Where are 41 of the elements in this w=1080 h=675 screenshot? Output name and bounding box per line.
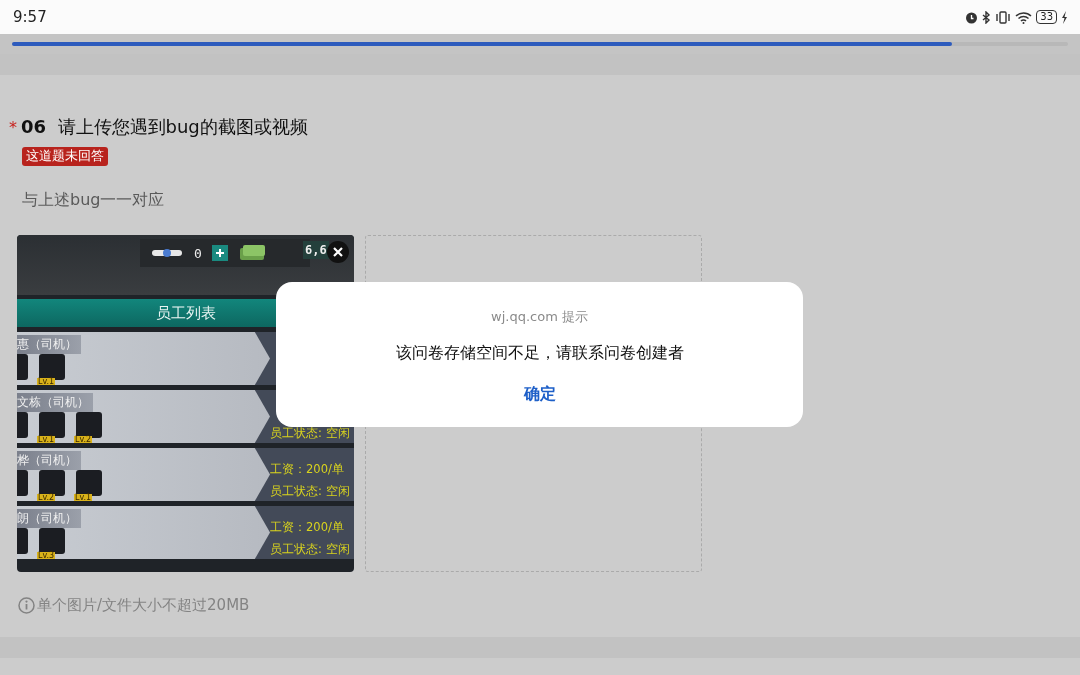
delete-button[interactable]: [327, 241, 349, 263]
level-badge: Lv.3: [37, 552, 56, 560]
level-badge: Lv.1: [37, 378, 56, 386]
vibrate-icon: [995, 10, 1012, 24]
wifi-icon: [1015, 10, 1033, 24]
money-count: 6,6: [303, 241, 329, 259]
size-hint: 单个图片/文件大小不超过20MB: [37, 596, 250, 615]
scroll-icon: [150, 246, 184, 260]
dialog-source: wj.qq.com 提示: [491, 308, 588, 326]
info-icon: [18, 597, 35, 614]
skill-icon: [17, 470, 28, 496]
level-badge: Lv.1: [37, 436, 56, 444]
alarm-icon: [965, 10, 979, 24]
required-mark: *: [9, 118, 17, 137]
currency-count: 0: [194, 245, 202, 261]
close-icon: [332, 246, 344, 258]
clock: 9:57: [13, 8, 47, 26]
question-title: 06 请上传您遇到bug的截图或视频: [21, 115, 308, 139]
level-badge: Lv.2: [37, 494, 56, 502]
charging-icon: [1061, 10, 1068, 24]
status-text: 员工状态: 空闲: [270, 543, 351, 555]
skill-icon: [17, 354, 28, 380]
plus-icon: [211, 245, 228, 261]
employee-name: 桦（司机）: [17, 451, 81, 470]
battery-level: 33: [1036, 10, 1057, 24]
bluetooth-icon: [982, 10, 992, 24]
salary-text: 工资：200/单: [270, 463, 345, 475]
level-badge: Lv.2: [74, 436, 93, 444]
status-text: 员工状态: 空闲: [270, 485, 351, 497]
employee-name: 文栋（司机）: [17, 393, 93, 412]
dialog-message: 该问卷存储空间不足，请联系问卷创建者: [395, 343, 684, 364]
question-description: 与上述bug一一对应: [22, 190, 166, 211]
employee-name: 朗（司机）: [17, 509, 81, 528]
confirm-button[interactable]: 确定: [519, 382, 560, 407]
status-text: 员工状态: 空闲: [270, 427, 351, 439]
employee-name: 惠（司机）: [17, 335, 81, 354]
error-badge: 这道题未回答: [22, 147, 108, 166]
skill-icon: [17, 528, 28, 554]
salary-text: 工资：200/单: [270, 521, 345, 533]
level-badge: Lv.1: [74, 494, 93, 502]
skill-icon: [17, 412, 28, 438]
